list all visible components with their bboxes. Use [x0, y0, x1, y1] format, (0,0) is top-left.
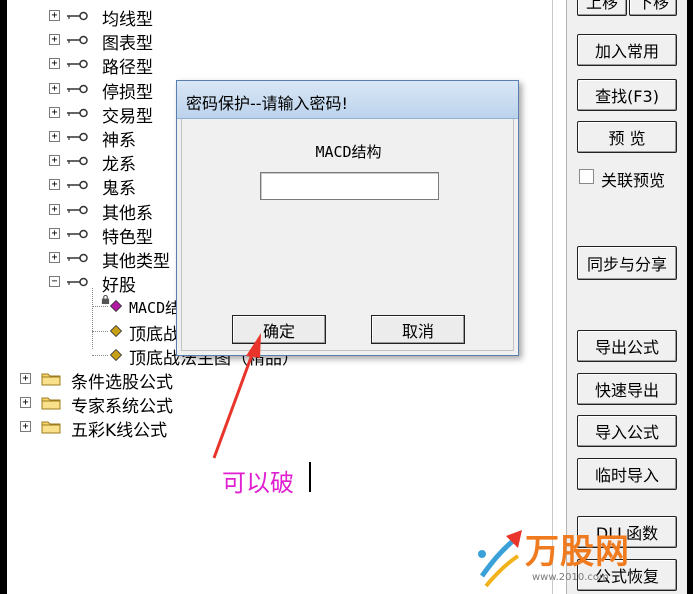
locked-formula-icon — [110, 300, 122, 313]
expand-icon[interactable]: + — [49, 227, 60, 239]
move-down-button[interactable]: 下移 — [629, 0, 677, 16]
key-icon — [67, 156, 88, 166]
formula-icon — [110, 324, 122, 337]
expand-icon[interactable]: + — [49, 179, 60, 191]
lock-icon — [101, 295, 110, 305]
collapse-icon[interactable]: − — [49, 276, 60, 288]
expand-icon[interactable]: + — [49, 131, 60, 142]
right-button-panel: 上移 下移 加入常用 查找(F3) 预 览 关联预览 同步与分享 导出公式 快速… — [566, 0, 693, 594]
tree-item-label: 鬼系 — [102, 179, 136, 200]
export-formula-button[interactable]: 导出公式 — [577, 330, 677, 362]
expand-icon[interactable]: + — [20, 421, 31, 433]
tree-scroll-gutter[interactable] — [552, 0, 566, 594]
add-common-button[interactable]: 加入常用 — [577, 34, 677, 66]
key-icon — [67, 84, 88, 93]
tree-connector — [92, 288, 93, 349]
tree-item[interactable]: + 路径型 — [7, 52, 552, 79]
key-icon — [67, 277, 88, 287]
watermark-logo: 万股网 www.2010.com — [470, 514, 693, 594]
tree-item[interactable]: + 均线型 — [7, 4, 552, 30]
tree-item[interactable]: + 五彩K线公式 — [7, 415, 552, 442]
text-cursor — [309, 462, 311, 492]
tree-item-label: MACD结 — [129, 299, 181, 318]
key-icon — [67, 229, 88, 239]
tree-item-label: 交易型 — [102, 106, 153, 127]
link-preview-label: 关联预览 — [601, 171, 666, 190]
sync-share-button[interactable]: 同步与分享 — [577, 246, 677, 280]
dialog-titlebar[interactable]: 密码保护--请输入密码! — [177, 81, 518, 119]
tree-item-label: 其他系 — [102, 203, 153, 224]
expand-icon[interactable]: + — [49, 252, 60, 263]
expand-icon[interactable]: + — [49, 155, 60, 167]
expand-icon[interactable]: + — [49, 203, 60, 215]
tree-item-label: 顶底战 — [129, 324, 180, 345]
key-icon — [67, 60, 88, 69]
expand-icon[interactable]: + — [49, 10, 60, 21]
password-dialog: 密码保护--请输入密码! MACD结构 确定 取消 — [176, 80, 519, 356]
formula-icon — [110, 348, 122, 361]
tree-item-label: 特色型 — [102, 227, 153, 248]
dialog-body: MACD结构 确定 取消 — [181, 119, 514, 351]
tree-item[interactable]: + 专家系统公式 — [7, 391, 552, 418]
link-preview-checkbox[interactable] — [579, 169, 594, 184]
password-input[interactable] — [260, 172, 439, 200]
expand-icon[interactable]: + — [20, 397, 31, 409]
key-icon — [67, 108, 88, 118]
tree-item-label: 好股 — [102, 276, 136, 297]
expand-icon[interactable]: + — [49, 106, 60, 118]
tree-connector — [92, 330, 108, 332]
tree-item-label: 条件选股公式 — [71, 373, 173, 393]
ok-button[interactable]: 确定 — [232, 315, 326, 344]
cancel-button[interactable]: 取消 — [371, 315, 465, 344]
formula-name-prompt: MACD结构 — [315, 143, 382, 161]
folder-icon — [41, 421, 61, 434]
tree-item-label: 停损型 — [102, 82, 153, 103]
tree-item-label: 专家系统公式 — [71, 397, 173, 418]
tree-item-label: 图表型 — [102, 34, 153, 55]
annotation-text: 可以破 — [222, 469, 294, 497]
tree-item-label: 神系 — [102, 131, 136, 151]
tree-connector — [92, 354, 108, 356]
tree-item-label: 龙系 — [102, 155, 136, 176]
expand-icon[interactable]: + — [49, 58, 60, 70]
watermark-brand: 万股网 — [525, 532, 630, 572]
tree-item-label: 均线型 — [102, 10, 153, 30]
window-frame-left — [0, 0, 7, 594]
tree-connector — [92, 306, 108, 308]
key-icon — [67, 132, 88, 142]
folder-icon — [41, 397, 61, 410]
expand-icon[interactable]: + — [20, 373, 31, 384]
tree-item-label: 路径型 — [102, 58, 153, 79]
folder-icon — [41, 373, 61, 386]
watermark-url: www.2010.com — [532, 572, 609, 583]
dialog-title: 密码保护--请输入密码! — [186, 94, 348, 113]
expand-icon[interactable]: + — [49, 34, 60, 46]
tree-item[interactable]: + 条件选股公式 — [7, 367, 552, 393]
quick-export-button[interactable]: 快速导出 — [577, 373, 677, 405]
key-icon — [67, 11, 88, 21]
tree-item-label: 五彩K线公式 — [71, 421, 168, 442]
key-icon — [67, 35, 88, 45]
preview-button[interactable]: 预 览 — [577, 121, 677, 153]
temp-import-button[interactable]: 临时导入 — [577, 458, 677, 490]
window-frame-right — [687, 0, 693, 594]
key-icon — [67, 253, 88, 263]
key-icon — [67, 181, 88, 190]
import-formula-button[interactable]: 导入公式 — [577, 415, 677, 447]
tree-item[interactable]: + 图表型 — [7, 28, 552, 55]
expand-icon[interactable]: + — [49, 82, 60, 94]
find-button[interactable]: 查找(F3) — [577, 79, 677, 111]
tree-item-label: 其他类型 — [102, 252, 170, 272]
move-up-button[interactable]: 上移 — [577, 0, 627, 16]
key-icon — [67, 205, 88, 214]
